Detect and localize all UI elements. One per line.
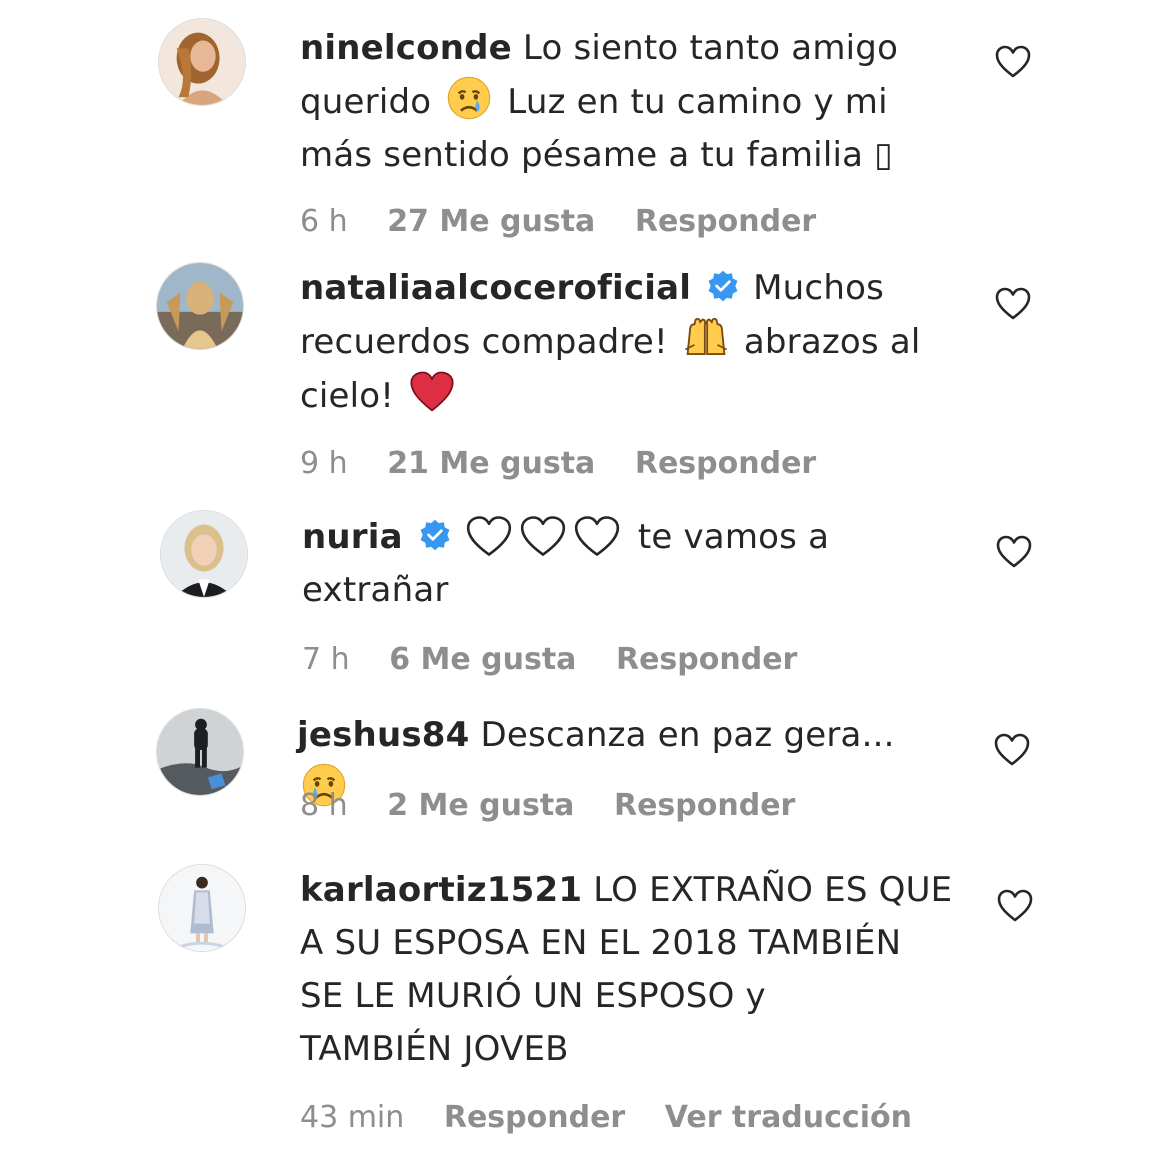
comment-line: recuerdos compadre! abrazos al [300,315,950,369]
reply-button[interactable]: Responder [616,642,797,677]
heart-outline-icon[interactable] [995,45,1031,79]
comment-line: TAMBIÉN JOVEB [300,1023,1000,1076]
avatar[interactable] [156,708,244,796]
white-heart-emoji [574,516,619,556]
comment-time: 43 min [300,1100,405,1135]
comment-meta: 43 min Responder Ver traducción [300,1100,942,1135]
comment-meta: 9 h 21 Me gusta Responder [300,446,846,481]
verified-badge-icon [420,519,450,551]
crying-face-emoji [448,76,491,120]
reply-button[interactable]: Responder [635,446,816,481]
comment-time: 8 h [300,788,348,823]
comment-line: más sentido pésame a tu familia ▯ [300,129,950,182]
reply-button[interactable]: Responder [635,204,816,239]
comment-line: ninelconde Lo siento tanto amigo [300,22,950,75]
missing-glyph: ▯ [874,135,894,175]
white-heart-emoji [466,516,511,556]
comment-body: ninelconde Lo siento tanto amigo querido… [300,22,950,182]
comment-text: querido [300,82,432,122]
comment-text: SE LE MURIÓ UN ESPOSO y [300,976,766,1016]
comment-line: nuria te vamos a [302,511,952,564]
comment-text: extrañar [302,570,449,610]
avatar[interactable] [158,864,246,952]
comment-time: 6 h [300,204,348,239]
likes-count[interactable]: 6 Me gusta [389,642,576,677]
comment-text: abrazos al [743,322,921,362]
comment-text: LO EXTRAÑO ES QUE [593,870,953,910]
verified-badge-icon [708,270,738,302]
comment-line: SE LE MURIÓ UN ESPOSO y [300,970,1000,1023]
white-heart-emoji [520,516,565,556]
reply-button[interactable]: Responder [444,1100,625,1135]
heart-outline-icon[interactable] [997,889,1033,923]
heart-outline-icon[interactable] [994,733,1030,767]
comment-text: te vamos a [637,517,830,557]
likes-count[interactable]: 27 Me gusta [387,204,595,239]
comment-meta: 6 h 27 Me gusta Responder [300,204,846,239]
avatar[interactable] [160,510,248,598]
avatar[interactable] [156,262,244,350]
likes-count[interactable]: 21 Me gusta [387,446,595,481]
comment-text: Luz en tu camino y mi [507,82,888,122]
red-heart-emoji [410,371,454,412]
translate-button[interactable]: Ver traducción [665,1100,912,1135]
comment-line: karlaortiz1521 LO EXTRAÑO ES QUE [300,864,1000,917]
comment-meta: 7 h 6 Me gusta Responder [302,642,827,677]
comment-text: Muchos [753,268,884,308]
comment-username[interactable]: ninelconde [300,28,512,68]
comment-username[interactable]: nataliaalcoceroficial [300,268,691,308]
heart-outline-icon[interactable] [996,535,1032,569]
comment-body: nataliaalcoceroficial Muchos recuerdos c… [300,262,950,423]
comment-text: A SU ESPOSA EN EL 2018 TAMBIÉN [300,923,902,963]
comment-text: recuerdos compadre! [300,322,668,362]
comment-meta: 8 h 2 Me gusta Responder [300,788,825,823]
comment-text: más sentido pésame a tu familia [300,135,864,175]
comment-line: querido Luz en tu camino y mi [300,75,950,129]
comment-username[interactable]: jeshus84 [297,715,470,755]
comment-username[interactable]: karlaortiz1521 [300,870,582,910]
comment-text: TAMBIÉN JOVEB [300,1029,569,1069]
comment-line: nataliaalcoceroficial Muchos [300,262,950,315]
comment-username[interactable]: nuria [302,517,403,557]
comment-time: 9 h [300,446,348,481]
reply-button[interactable]: Responder [614,788,795,823]
heart-outline-icon[interactable] [995,287,1031,321]
comment-line: extrañar [302,564,952,617]
likes-count[interactable]: 2 Me gusta [387,788,574,823]
comment-line: A SU ESPOSA EN EL 2018 TAMBIÉN [300,917,1000,970]
raising-hands-emoji [684,317,727,356]
comment-time: 7 h [302,642,350,677]
comment-body: karlaortiz1521 LO EXTRAÑO ES QUE A SU ES… [300,864,1000,1076]
comment-text: Descanza en paz gera... [480,715,895,755]
comment-text: Lo siento tanto amigo [522,28,899,68]
comment-text: cielo! [300,376,395,416]
avatar[interactable] [158,18,246,106]
comment-line: cielo! [300,369,950,423]
comment-body: nuria te vamos a extrañar [302,511,952,617]
